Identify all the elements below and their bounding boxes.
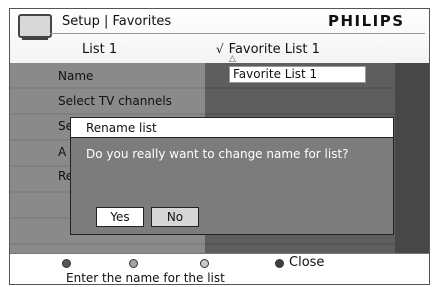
page-title: Setup | Favorites (62, 14, 172, 29)
no-button[interactable]: No (151, 207, 199, 227)
footer-bar: Close Enter the name for the list (10, 253, 429, 285)
green-button-icon[interactable] (129, 259, 138, 268)
close-label: Close (289, 255, 325, 270)
header-bar: Setup | Favorites PHILIPS List 1 √ Favori… (10, 9, 429, 63)
tv-screen: Setup | Favorites PHILIPS List 1 √ Favori… (9, 8, 430, 285)
list-name-field[interactable]: Favorite List 1 (229, 66, 366, 83)
menu-item-name[interactable]: Name (58, 69, 93, 83)
dialog-message: Do you really want to change name for li… (86, 147, 349, 161)
menu-item-select-tv-channels[interactable]: Select TV channels (58, 94, 172, 108)
list-label[interactable]: List 1 (82, 42, 117, 57)
side-column (395, 63, 429, 253)
yellow-button-icon[interactable] (200, 259, 209, 268)
dialog-title: Rename list (71, 118, 393, 138)
check-icon: √ (216, 42, 224, 56)
tv-icon (18, 14, 52, 40)
header-divider (50, 33, 425, 34)
yes-button[interactable]: Yes (96, 207, 144, 227)
brand-logo: PHILIPS (328, 12, 405, 30)
arrow-up-icon[interactable]: △ (229, 55, 236, 64)
blue-button-icon[interactable] (275, 259, 284, 268)
current-list-label: Favorite List 1 (228, 42, 320, 57)
hint-text: Enter the name for the list (66, 271, 225, 285)
arrow-down-icon[interactable]: ▽ (229, 83, 236, 92)
rename-dialog: Rename list Do you really want to change… (70, 117, 394, 235)
red-button-icon[interactable] (62, 259, 71, 268)
menu-item-a[interactable]: A (58, 145, 66, 159)
